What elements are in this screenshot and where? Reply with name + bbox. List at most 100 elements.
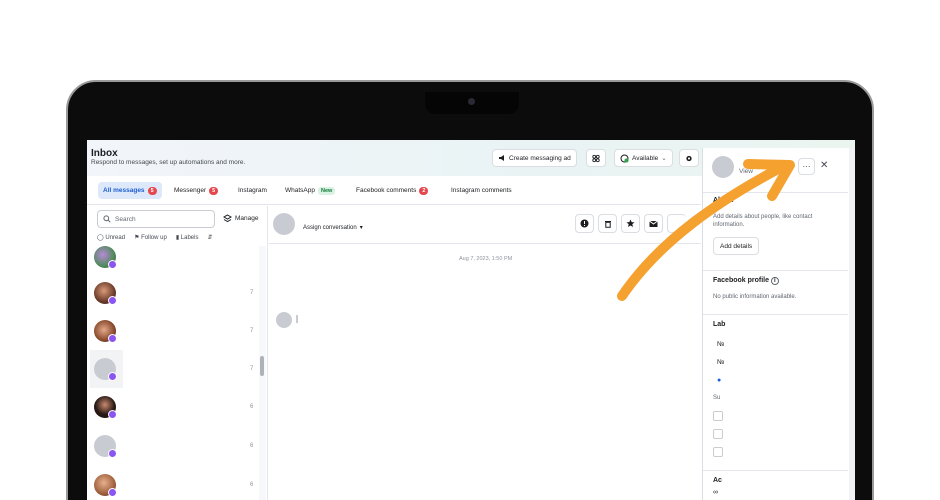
row-time: 6	[250, 443, 254, 449]
assign-conversation-dropdown[interactable]: Assign conversation ▾	[303, 224, 363, 232]
conversation-row[interactable]: 6	[87, 388, 261, 426]
message-bubble	[296, 315, 298, 323]
info-icon[interactable]: i	[770, 277, 779, 285]
label-checkbox[interactable]	[713, 429, 723, 439]
contact-details-panel: View ··· ✕ About Add details about peopl…	[702, 148, 855, 500]
label-option-icon[interactable]: №	[717, 359, 725, 366]
about-text: Add details about people, like contact i…	[713, 214, 813, 228]
tab-label: Facebook comments	[356, 187, 417, 194]
conversation-row[interactable]	[87, 238, 261, 276]
more-options-button[interactable]: ···	[798, 158, 815, 175]
conversation-list-panel: Search Manage ◯ Unread ⚑ Follow up ▮ Lab…	[87, 206, 268, 500]
settings-button[interactable]	[679, 149, 699, 167]
camera-notch	[425, 92, 519, 114]
list-scrollbar[interactable]	[259, 246, 266, 500]
conversation-row[interactable]: 6	[87, 427, 261, 465]
assign-label: Assign conversation	[303, 224, 357, 231]
tab-instagram-comments[interactable]: Instagram comments	[446, 182, 517, 199]
row-time: 6	[250, 404, 254, 410]
mark-unread-button[interactable]	[644, 214, 663, 233]
chevron-down-icon: ⌄	[661, 155, 667, 162]
activity-section: Ac ∞	[703, 470, 848, 500]
facebook-profile-title: Facebook profile	[713, 277, 770, 284]
search-icon	[103, 215, 111, 223]
tab-whatsapp[interactable]: WhatsApp New	[280, 182, 340, 199]
add-details-button[interactable]: Add details	[713, 237, 760, 255]
gear-icon	[686, 155, 692, 161]
about-section: About Add details about people, like con…	[703, 192, 848, 266]
row-time: 7	[250, 290, 254, 296]
add-details-label: Add details	[720, 242, 753, 250]
row-time: 6	[250, 482, 254, 488]
messenger-icon	[108, 296, 117, 305]
megaphone-icon	[499, 155, 504, 161]
page-subtitle: Respond to messages, set up automations …	[91, 159, 246, 166]
labels-section: Lab № № ● Su	[703, 314, 848, 464]
unread-count-badge: 5	[147, 186, 157, 195]
sender-avatar	[276, 312, 292, 328]
star-icon	[626, 219, 635, 228]
conversation-row[interactable]: 6	[87, 466, 261, 500]
activity-heading: Ac	[713, 477, 722, 484]
automations-button[interactable]	[586, 149, 606, 167]
info-icon	[580, 219, 589, 228]
label-option-icon[interactable]: ●	[717, 377, 721, 384]
message-date: Aug 7, 2023, 1:50 PM	[459, 256, 513, 262]
messenger-icon	[108, 410, 117, 419]
tab-facebook-comments[interactable]: Facebook comments 2	[351, 182, 433, 199]
layers-icon	[223, 214, 232, 223]
trash-icon	[604, 221, 611, 228]
caret-down-icon: ▾	[359, 225, 363, 231]
tab-messenger[interactable]: Messenger 5	[169, 182, 223, 199]
unread-count-badge: 5	[209, 186, 219, 195]
conversation-row[interactable]: 7	[87, 312, 261, 350]
contact-avatar[interactable]	[273, 213, 295, 235]
create-messaging-ad-button[interactable]: Create messaging ad	[492, 149, 577, 167]
conversation-row[interactable]: 7	[87, 274, 261, 312]
page-title: Inbox	[91, 148, 118, 159]
more-actions-button[interactable]	[667, 214, 686, 233]
tab-all-messages[interactable]: All messages 5	[98, 182, 162, 199]
contact-avatar	[712, 156, 734, 178]
conversation-panel: Assign conversation ▾ Aug 7, 2023, 1:50 …	[269, 206, 701, 500]
contact-details-header: View ··· ✕	[703, 148, 855, 192]
row-time: 7	[250, 328, 254, 334]
view-profile-link[interactable]: View	[739, 168, 753, 175]
manage-button[interactable]: Manage	[223, 214, 259, 223]
delete-button[interactable]	[598, 214, 617, 233]
label-checkbox[interactable]	[713, 447, 723, 457]
conversation-row-time: 7	[87, 350, 261, 388]
scrollbar-thumb[interactable]	[260, 356, 264, 376]
search-input[interactable]: Search	[97, 210, 215, 228]
suggested-label-text: Su	[713, 395, 721, 401]
facebook-profile-section: Facebook profile i No public information…	[703, 270, 848, 310]
envelope-icon	[649, 220, 658, 227]
ellipsis-icon: ···	[802, 162, 811, 171]
panel-scrollbar[interactable]	[849, 148, 855, 500]
unread-count-badge: 2	[419, 186, 429, 195]
tab-label: Messenger	[174, 187, 207, 194]
availability-label: Available	[632, 154, 659, 162]
meta-icon: ∞	[713, 489, 718, 496]
star-button[interactable]	[621, 214, 640, 233]
row-time: 7	[250, 366, 254, 372]
labels-heading: Lab	[713, 321, 726, 328]
search-placeholder: Search	[115, 215, 136, 223]
availability-dropdown[interactable]: Available ⌄	[614, 149, 673, 167]
manage-label: Manage	[235, 215, 259, 222]
tab-instagram[interactable]: Instagram	[233, 182, 272, 199]
label-checkbox[interactable]	[713, 411, 723, 421]
inbox-tabs: All messages 5 Messenger 5 Instagram Wha…	[87, 177, 701, 205]
label-option-icon[interactable]: №	[717, 341, 725, 348]
about-heading: About	[713, 197, 734, 204]
conversation-header: Assign conversation ▾	[269, 206, 701, 244]
messenger-icon	[108, 334, 117, 343]
webcam-icon	[468, 98, 475, 105]
facebook-profile-text: No public information available.	[713, 294, 797, 300]
stage: Inbox Respond to messages, set up automa…	[0, 0, 940, 500]
automation-icon	[592, 154, 600, 162]
info-button[interactable]	[575, 214, 594, 233]
new-badge: New	[318, 186, 336, 195]
close-icon[interactable]: ✕	[820, 160, 828, 171]
messenger-icon	[108, 488, 117, 497]
